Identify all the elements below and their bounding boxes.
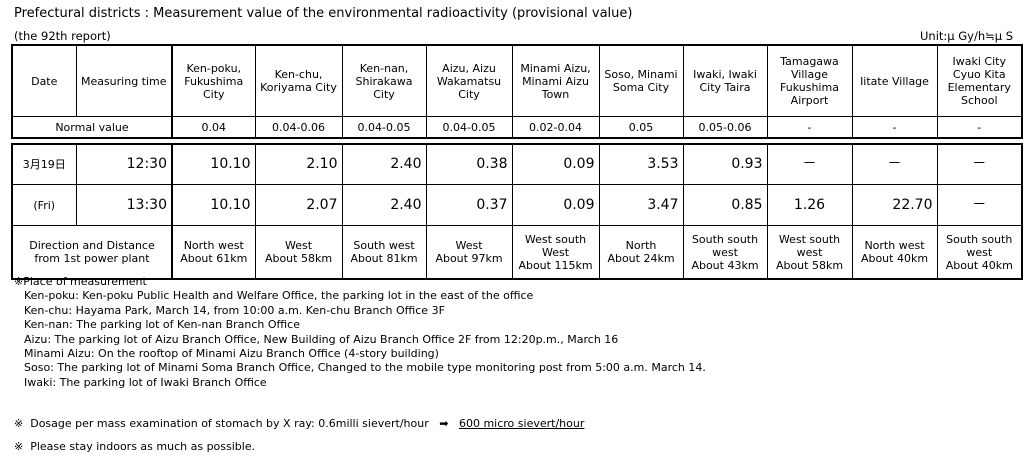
measurement-value: －	[936, 143, 1023, 185]
direction-value: West south West About 115km	[511, 225, 600, 280]
notes-heading: ※Place of measurement	[14, 275, 147, 288]
xray-footnote: ※ Dosage per mass examination of stomach…	[14, 417, 584, 430]
header-date: Date	[11, 44, 77, 117]
direction-value: West About 58km	[254, 225, 343, 280]
direction-value: South south west About 40km	[936, 225, 1023, 280]
date-cell: 3月19日	[11, 143, 77, 185]
measurement-value: 3.53	[598, 143, 684, 185]
header-location: Ken-chu, Koriyama City	[254, 44, 343, 117]
measurement-value: 0.85	[682, 184, 768, 226]
direction-value: South west About 81km	[341, 225, 427, 280]
date-cell: (Fri)	[11, 184, 77, 226]
measurement-value: －	[766, 143, 853, 185]
normal-value-row: Normal value 0.04 0.04-0.06 0.04-0.05 0.…	[11, 116, 1023, 139]
measurement-value: －	[851, 143, 938, 185]
measurement-value: 2.40	[341, 143, 427, 185]
direction-value: North west About 61km	[171, 225, 256, 280]
report-number: (the 92th report)	[14, 29, 111, 43]
time-cell: 12:30	[75, 143, 173, 185]
measurement-value: 10.10	[171, 143, 256, 185]
measurement-row: (Fri) 13:30 10.10 2.07 2.40 0.37 0.09 3.…	[11, 184, 1023, 226]
note-item: Ken-chu: Hayama Park, March 14, from 10:…	[24, 303, 445, 317]
direction-value: West About 97km	[425, 225, 513, 280]
note-item: Minami Aizu: On the rooftop of Minami Ai…	[24, 347, 439, 361]
unit-label: Unit:μ Gy/h≒μ S	[920, 29, 1014, 43]
measurement-value: 10.10	[171, 184, 256, 226]
measurement-value: 2.10	[254, 143, 343, 185]
header-row: Date Measuring time Ken-poku, Fukushima Ci…	[11, 44, 1023, 117]
page-title: Prefectural districts : Measurement valu…	[14, 6, 633, 21]
direction-value: North west About 40km	[851, 225, 938, 280]
header-location: Iwaki, Iwaki City Taira	[682, 44, 768, 117]
measurement-value: 3.47	[598, 184, 684, 226]
header-location: Iitate Village	[851, 44, 938, 117]
normal-value: 0.04-0.05	[425, 116, 513, 139]
measurement-value: 2.07	[254, 184, 343, 226]
header-location: Aizu, Aizu Wakamatsu City	[425, 44, 513, 117]
measurement-notes: ※Place of measurement Ken-poku: Ken-poku…	[14, 275, 706, 390]
measurement-value: 2.40	[341, 184, 427, 226]
note-item: Soso: The parking lot of Minami Soma Bra…	[24, 361, 706, 375]
normal-value-label: Normal value	[11, 116, 173, 139]
direction-value: South south west About 43km	[682, 225, 768, 280]
measurement-value: 0.38	[425, 143, 513, 185]
indoors-text: Please stay indoors as much as possible.	[30, 440, 256, 453]
measurement-value: 1.26	[766, 184, 853, 226]
measurement-value: 0.09	[511, 143, 600, 185]
note-item: Iwaki: The parking lot of Iwaki Branch O…	[24, 375, 267, 389]
note-item: Ken-nan: The parking lot of Ken-nan Bran…	[24, 318, 300, 332]
header-location: Ken-poku, Fukushima City	[171, 44, 256, 117]
header-measuring-time: Measuring time	[75, 44, 173, 117]
header-location: Tamagawa Village Fukushima Airport	[766, 44, 853, 117]
direction-row: Direction and Distance from 1st power pla…	[11, 225, 1023, 280]
header-location: Iwaki City Cyuo Kita Elementary School	[936, 44, 1023, 117]
direction-value: West south west About 58km	[766, 225, 853, 280]
header-location: Ken-nan, Shirakawa City	[341, 44, 427, 117]
normal-value: 0.04-0.06	[254, 116, 343, 139]
direction-value: North About 24km	[598, 225, 684, 280]
measurement-value: －	[936, 184, 1023, 226]
measurement-value: 0.93	[682, 143, 768, 185]
reference-mark: ※	[14, 417, 24, 430]
header-location: Soso, Minami Soma City	[598, 44, 684, 117]
measurement-row: 3月19日 12:30 10.10 2.10 2.40 0.38 0.09 3.…	[11, 143, 1023, 185]
normal-value: 0.04-0.05	[341, 116, 427, 139]
normal-value: -	[851, 116, 938, 139]
measurement-value: 0.09	[511, 184, 600, 226]
note-item: Ken-poku: Ken-poku Public Health and Wel…	[24, 289, 534, 303]
xray-text: Dosage per mass examination of stomach b…	[30, 417, 429, 430]
direction-label: Direction and Distance from 1st power pla…	[11, 225, 173, 280]
reference-mark: ※	[14, 440, 24, 453]
normal-value: 0.02-0.04	[511, 116, 600, 139]
indoors-footnote: ※ Please stay indoors as much as possibl…	[14, 440, 255, 453]
measurement-value: 22.70	[851, 184, 938, 226]
normal-value: 0.05	[598, 116, 684, 139]
normal-value: -	[936, 116, 1023, 139]
radioactivity-table: Date Measuring time Ken-poku, Fukushima Ci…	[11, 44, 1023, 280]
measurement-value: 0.37	[425, 184, 513, 226]
normal-value: 0.04	[171, 116, 256, 139]
note-item: Aizu: The parking lot of Aizu Branch Off…	[24, 332, 619, 346]
normal-value: -	[766, 116, 853, 139]
normal-value: 0.05-0.06	[682, 116, 768, 139]
right-arrow-icon: ➡	[439, 417, 449, 430]
xray-value: 600 micro sievert/hour	[458, 417, 585, 430]
header-location: Minami Aizu, Minami Aizu Town	[511, 44, 600, 117]
time-cell: 13:30	[75, 184, 173, 226]
